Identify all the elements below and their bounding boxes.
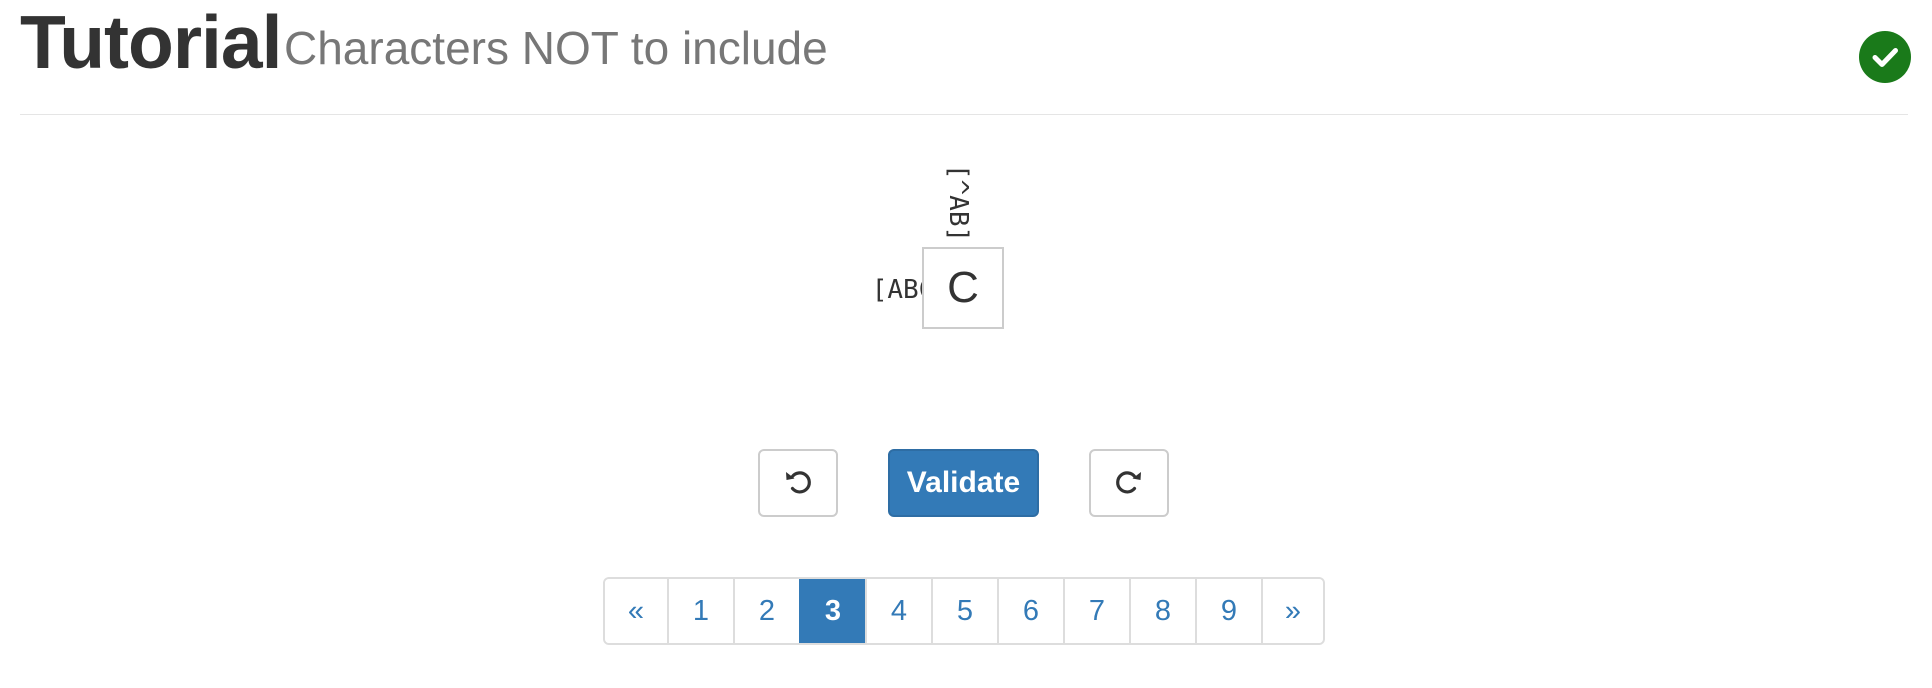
page-link-6[interactable]: 6 bbox=[997, 579, 1063, 643]
page-link-8[interactable]: 8 bbox=[1129, 579, 1195, 643]
page-link-2[interactable]: 2 bbox=[733, 579, 799, 643]
page-link-3[interactable]: 3 bbox=[799, 579, 865, 643]
undo-button[interactable] bbox=[758, 449, 838, 517]
page-link-9[interactable]: 9 bbox=[1195, 579, 1261, 643]
page-link-5[interactable]: 5 bbox=[931, 579, 997, 643]
validate-button[interactable]: Validate bbox=[888, 449, 1039, 517]
page-header: Tutorial Characters NOT to include bbox=[20, 0, 1908, 115]
pagination-next[interactable]: » bbox=[1261, 579, 1323, 643]
pagination-prev[interactable]: « bbox=[605, 579, 667, 643]
page-subtitle: Characters NOT to include bbox=[284, 22, 828, 74]
puzzle-cell[interactable]: C bbox=[922, 247, 1004, 329]
page-link-1[interactable]: 1 bbox=[667, 579, 733, 643]
undo-icon bbox=[783, 466, 813, 501]
page-link-4[interactable]: 4 bbox=[865, 579, 931, 643]
pagination: « 1 2 3 4 5 6 7 8 9 » bbox=[603, 577, 1325, 645]
redo-icon bbox=[1114, 466, 1144, 501]
page-title: Tutorial bbox=[20, 0, 282, 84]
check-circle-icon bbox=[1859, 31, 1911, 83]
redo-button[interactable] bbox=[1089, 449, 1169, 517]
page-link-7[interactable]: 7 bbox=[1063, 579, 1129, 643]
column-clue: [^AB] bbox=[938, 163, 978, 243]
column-clue-text: [^AB] bbox=[943, 163, 973, 243]
